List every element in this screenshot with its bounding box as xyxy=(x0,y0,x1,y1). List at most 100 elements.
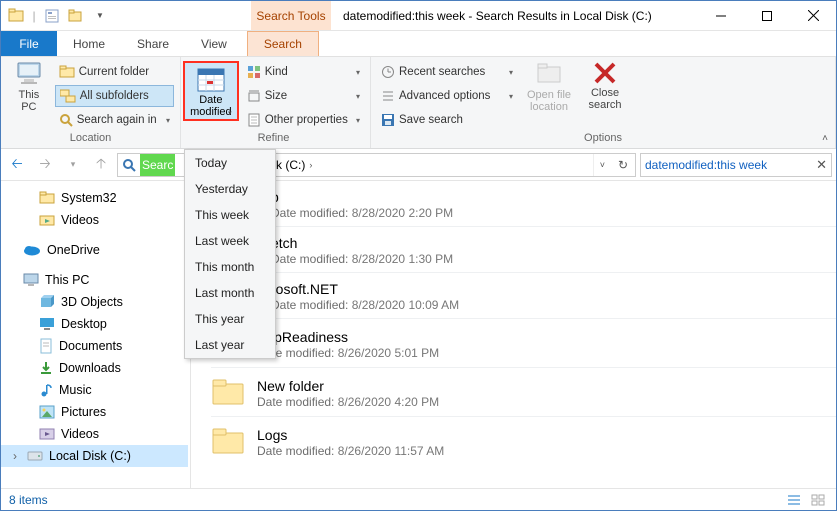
minimize-button[interactable] xyxy=(698,1,744,30)
tree-onedrive[interactable]: OneDrive xyxy=(1,239,188,261)
search-again-label: Search again in xyxy=(77,114,157,126)
size-button[interactable]: Size ▾ xyxy=(243,85,364,107)
clear-search-icon[interactable]: ✕ xyxy=(816,157,827,173)
dd-this-week[interactable]: This week xyxy=(185,202,275,228)
back-button[interactable]: 🡠 xyxy=(5,153,29,177)
up-button[interactable]: 🡡 xyxy=(89,153,113,177)
window-title: datemodified:this week - Search Results … xyxy=(331,1,698,30)
this-pc-button[interactable]: This PC xyxy=(7,61,51,113)
folder-tree-icon xyxy=(60,89,76,103)
other-properties-button[interactable]: Other properties ▾ xyxy=(243,109,364,131)
dd-last-week[interactable]: Last week xyxy=(185,228,275,254)
qat-newfolder-icon[interactable] xyxy=(65,5,87,27)
open-file-location-button: Open file location xyxy=(521,61,577,113)
group-location-label: Location xyxy=(7,132,174,146)
tree-music[interactable]: Music xyxy=(1,379,188,401)
list-item[interactable]: AppReadiness Date modified: 8/26/2020 5:… xyxy=(211,319,836,368)
tab-home[interactable]: Home xyxy=(57,31,121,56)
chevron-down-icon: ▾ xyxy=(166,116,170,125)
refresh-button[interactable]: ↻ xyxy=(611,158,635,172)
tree-documents[interactable]: Documents xyxy=(1,335,188,357)
date-modified-label: Date modified xyxy=(190,94,232,118)
tab-share[interactable]: Share xyxy=(121,31,185,56)
file-menu[interactable]: File xyxy=(1,31,57,56)
search-box[interactable]: datemodified:this week ✕ xyxy=(640,153,832,177)
dd-last-year[interactable]: Last year xyxy=(185,332,275,358)
item-count: 8 items xyxy=(9,493,48,507)
list-item[interactable]: etch Date modified: 8/28/2020 1:30 PM xyxy=(211,227,836,273)
ribbon-group-refine: Date modified ▾ Kind ▾ Size ▾ Other proper… xyxy=(181,57,371,148)
tree-3dobjects[interactable]: 3D Objects xyxy=(1,291,188,313)
tree-videos2[interactable]: Videos xyxy=(1,423,188,445)
other-properties-label: Other properties xyxy=(265,114,348,126)
close-x-icon xyxy=(593,61,617,85)
chevron-down-icon: ▾ xyxy=(356,92,360,101)
qat-customize-dropdown[interactable]: ▼ xyxy=(89,5,111,27)
all-subfolders-label: All subfolders xyxy=(80,90,149,102)
chevron-right-icon: › xyxy=(309,160,312,170)
list-item[interactable]: Logs Date modified: 8/26/2020 11:57 AM xyxy=(211,417,836,465)
kind-button[interactable]: Kind ▾ xyxy=(243,61,364,83)
tree-system32[interactable]: System32 xyxy=(1,187,188,209)
advanced-options-label: Advanced options xyxy=(399,90,490,102)
search-again-icon xyxy=(59,113,73,127)
ribbon-collapse-icon[interactable]: ˄ xyxy=(822,133,828,144)
list-item[interactable]: rosoft.NET Date modified: 8/28/2020 10:0… xyxy=(211,273,836,319)
dd-yesterday[interactable]: Yesterday xyxy=(185,176,275,202)
current-folder-button[interactable]: Current folder xyxy=(55,61,174,83)
recent-searches-label: Recent searches xyxy=(399,66,485,78)
close-button[interactable] xyxy=(790,1,836,30)
chevron-down-icon: ▾ xyxy=(356,68,360,77)
date-modified-dropdown: Today Yesterday This week Last week This… xyxy=(184,149,276,359)
dd-today[interactable]: Today xyxy=(185,150,275,176)
list-item[interactable]: New folder Date modified: 8/26/2020 4:20… xyxy=(211,368,836,417)
tab-view[interactable]: View xyxy=(185,31,243,56)
monitor-icon xyxy=(23,273,39,287)
menu-bar: File Home Share View Search xyxy=(1,31,836,57)
tree-localdisk[interactable]: Local Disk (C:) xyxy=(1,445,188,467)
current-folder-label: Current folder xyxy=(79,66,149,78)
qat-separator: | xyxy=(29,5,39,27)
results-list: p Date modified: 8/28/2020 2:20 PM etch … xyxy=(191,181,836,488)
status-bar: 8 items xyxy=(1,488,836,510)
contextual-tab-header: Search Tools xyxy=(251,1,331,30)
address-dropdown[interactable]: ˅ xyxy=(593,154,611,176)
all-subfolders-button[interactable]: All subfolders xyxy=(55,85,174,107)
title-bar: | ▼ Search Tools datemodified:this week … xyxy=(1,1,836,31)
advanced-options-button[interactable]: Advanced options▾ xyxy=(377,85,517,107)
size-label: Size xyxy=(265,90,287,102)
forward-button[interactable]: 🡢 xyxy=(33,153,57,177)
recent-searches-button[interactable]: Recent searches▾ xyxy=(377,61,517,83)
large-icons-view-icon[interactable] xyxy=(808,492,828,508)
kind-label: Kind xyxy=(265,66,288,78)
dd-this-month[interactable]: This month xyxy=(185,254,275,280)
list-item[interactable]: p Date modified: 8/28/2020 2:20 PM xyxy=(211,181,836,227)
tree-downloads[interactable]: Downloads xyxy=(1,357,188,379)
size-icon xyxy=(247,89,261,103)
save-search-label: Save search xyxy=(399,114,463,126)
history-dropdown[interactable]: ▾ xyxy=(61,153,85,177)
open-location-icon xyxy=(535,61,563,87)
app-icon xyxy=(5,5,27,27)
tree-videos[interactable]: Videos xyxy=(1,209,188,231)
ribbon: This PC Current folder All subfolders Se… xyxy=(1,57,836,149)
tab-search[interactable]: Search xyxy=(247,31,319,56)
dd-last-month[interactable]: Last month xyxy=(185,280,275,306)
date-modified-button[interactable]: Date modified ▾ xyxy=(183,61,239,121)
tree-pictures[interactable]: Pictures xyxy=(1,401,188,423)
details-view-icon[interactable] xyxy=(784,492,804,508)
chevron-down-icon: ▾ xyxy=(356,116,360,125)
close-search-button[interactable]: Close search xyxy=(581,61,629,111)
cloud-icon xyxy=(23,244,41,256)
navigation-tree: System32 Videos OneDrive This PC 3D Obje… xyxy=(1,181,191,488)
qat-properties-icon[interactable] xyxy=(41,5,63,27)
maximize-button[interactable] xyxy=(744,1,790,30)
search-again-button[interactable]: Search again in ▾ xyxy=(55,109,174,131)
close-search-label: Close search xyxy=(588,87,621,111)
tree-desktop[interactable]: Desktop xyxy=(1,313,188,335)
tree-thispc[interactable]: This PC xyxy=(1,269,188,291)
properties-icon xyxy=(247,113,261,127)
folder-icon xyxy=(211,425,245,459)
dd-this-year[interactable]: This year xyxy=(185,306,275,332)
save-search-button[interactable]: Save search xyxy=(377,109,517,131)
